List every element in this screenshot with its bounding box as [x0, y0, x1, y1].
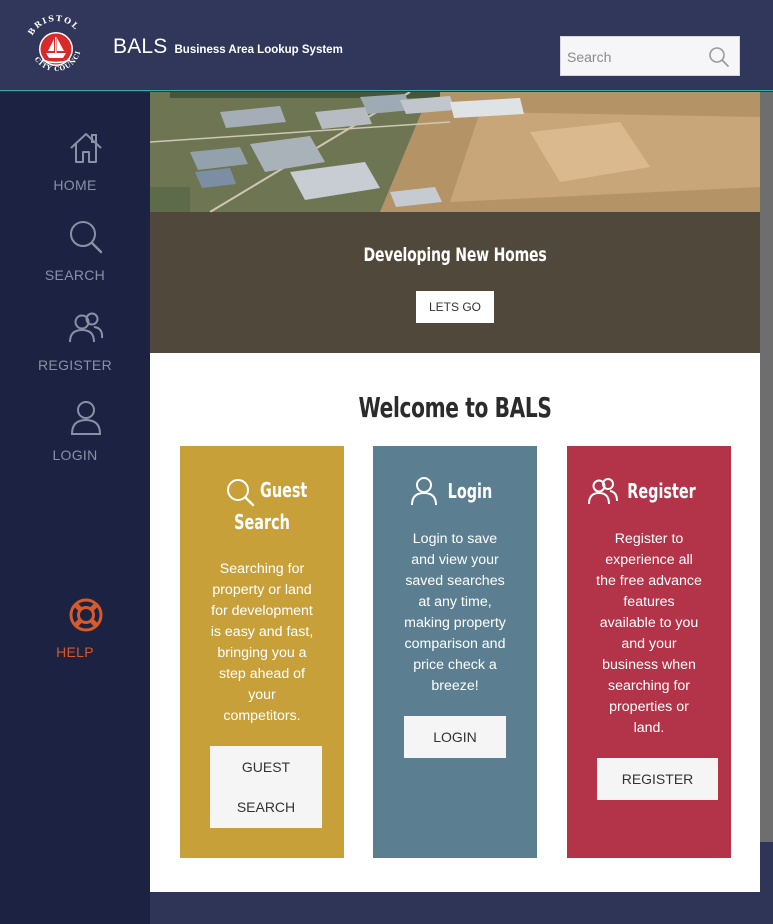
text-line: competitors. [223, 708, 301, 724]
card-title-line2: Search [234, 510, 290, 534]
text-line: comparison and [404, 636, 506, 652]
sidebar: HOME SEARCH REGISTER LOGIN HELP [0, 92, 150, 924]
search-icon [227, 479, 255, 507]
text-line: bringing you a [217, 645, 307, 661]
card-title-text: Register [627, 479, 697, 503]
text-line: making property [404, 615, 506, 631]
text-line: available to you [599, 615, 699, 631]
card-description: Register to experience all the free adva… [581, 529, 717, 739]
search-icon [70, 221, 103, 254]
card-description: Login to save and view your saved search… [387, 529, 523, 697]
text-line: saved searches [405, 573, 505, 589]
text-line: land. [633, 720, 665, 736]
users-icon [588, 478, 619, 505]
text-line: experience all [605, 552, 693, 568]
text-line: the free advance [596, 573, 702, 589]
sidebar-item-label: HOME [53, 177, 97, 193]
app-title: BALS [113, 35, 168, 58]
hero-title: Developing New Homes [363, 244, 547, 266]
main-content: Welcome to BALS Guest Search Searching f… [150, 353, 760, 892]
text-line: your [248, 687, 276, 703]
text-line: and your [621, 636, 677, 652]
sidebar-item-label: REGISTER [38, 357, 112, 373]
user-icon [411, 477, 438, 506]
text-line: for development [211, 603, 313, 619]
home-icon [70, 133, 102, 163]
text-line: Register to [614, 531, 684, 547]
text-line: features [623, 594, 675, 610]
text-line: business when [602, 657, 696, 673]
register-card: Register Register to experience all the … [567, 446, 731, 858]
footer-strip [150, 892, 760, 924]
app-subtitle: Business Area Lookup System [174, 44, 343, 56]
button-line: SEARCH [236, 799, 296, 815]
text-line: property or land [212, 582, 312, 598]
lets-go-button[interactable]: LETS GO [416, 291, 494, 323]
lifebuoy-icon [69, 598, 103, 632]
login-button[interactable]: LOGIN [404, 716, 506, 758]
text-line: at any time, [418, 594, 492, 610]
welcome-heading: Welcome to BALS [358, 391, 552, 424]
hero-banner: Developing New Homes LETS GO [150, 92, 760, 353]
users-icon [69, 312, 104, 343]
register-button[interactable]: REGISTER [597, 758, 718, 800]
card-title-line1: Guest [260, 478, 308, 502]
card-title: Login [373, 476, 537, 506]
header-search [560, 36, 740, 76]
text-line: step ahead of [219, 666, 305, 682]
text-line: is easy and fast, [210, 624, 314, 640]
button-line: GUEST [241, 759, 291, 775]
text-line: searching for [607, 678, 690, 694]
text-line: Login to save [412, 531, 498, 547]
scrollbar[interactable] [760, 92, 773, 842]
brand: BALS Business Area Lookup System [113, 35, 343, 59]
sidebar-item-label: HELP [56, 644, 94, 660]
user-icon [70, 401, 102, 435]
text-line: Searching for [219, 561, 305, 577]
card-description: Searching for property or land for devel… [194, 559, 330, 727]
card-title: Register [567, 476, 731, 506]
sidebar-item-help[interactable]: HELP [0, 596, 150, 676]
hero-overlay [150, 212, 760, 353]
sidebar-item-home[interactable]: HOME [0, 129, 150, 209]
sidebar-item-label: SEARCH [44, 267, 106, 283]
guest-search-button[interactable]: GUEST SEARCH [210, 746, 322, 828]
text-line: properties or [609, 699, 689, 715]
sidebar-item-login[interactable]: LOGIN [0, 399, 150, 479]
header: BRISTOL CITY COUNCIL BALS Business Area … [0, 0, 773, 91]
text-line: breeze! [431, 678, 479, 694]
sidebar-item-register[interactable]: REGISTER [0, 309, 150, 389]
login-card: Login Login to save and view your saved … [373, 446, 537, 858]
search-input[interactable] [567, 46, 707, 68]
text-line: and view your [411, 552, 499, 568]
card-title-text: Login [447, 479, 493, 503]
text-line: price check a [413, 657, 497, 673]
bristol-city-council-logo[interactable]: BRISTOL CITY COUNCIL [18, 13, 94, 79]
search-icon[interactable] [708, 46, 730, 68]
sidebar-item-search[interactable]: SEARCH [0, 219, 150, 299]
guest-search-card: Guest Search Searching for property or l… [180, 446, 344, 858]
sidebar-item-label: LOGIN [52, 447, 98, 463]
